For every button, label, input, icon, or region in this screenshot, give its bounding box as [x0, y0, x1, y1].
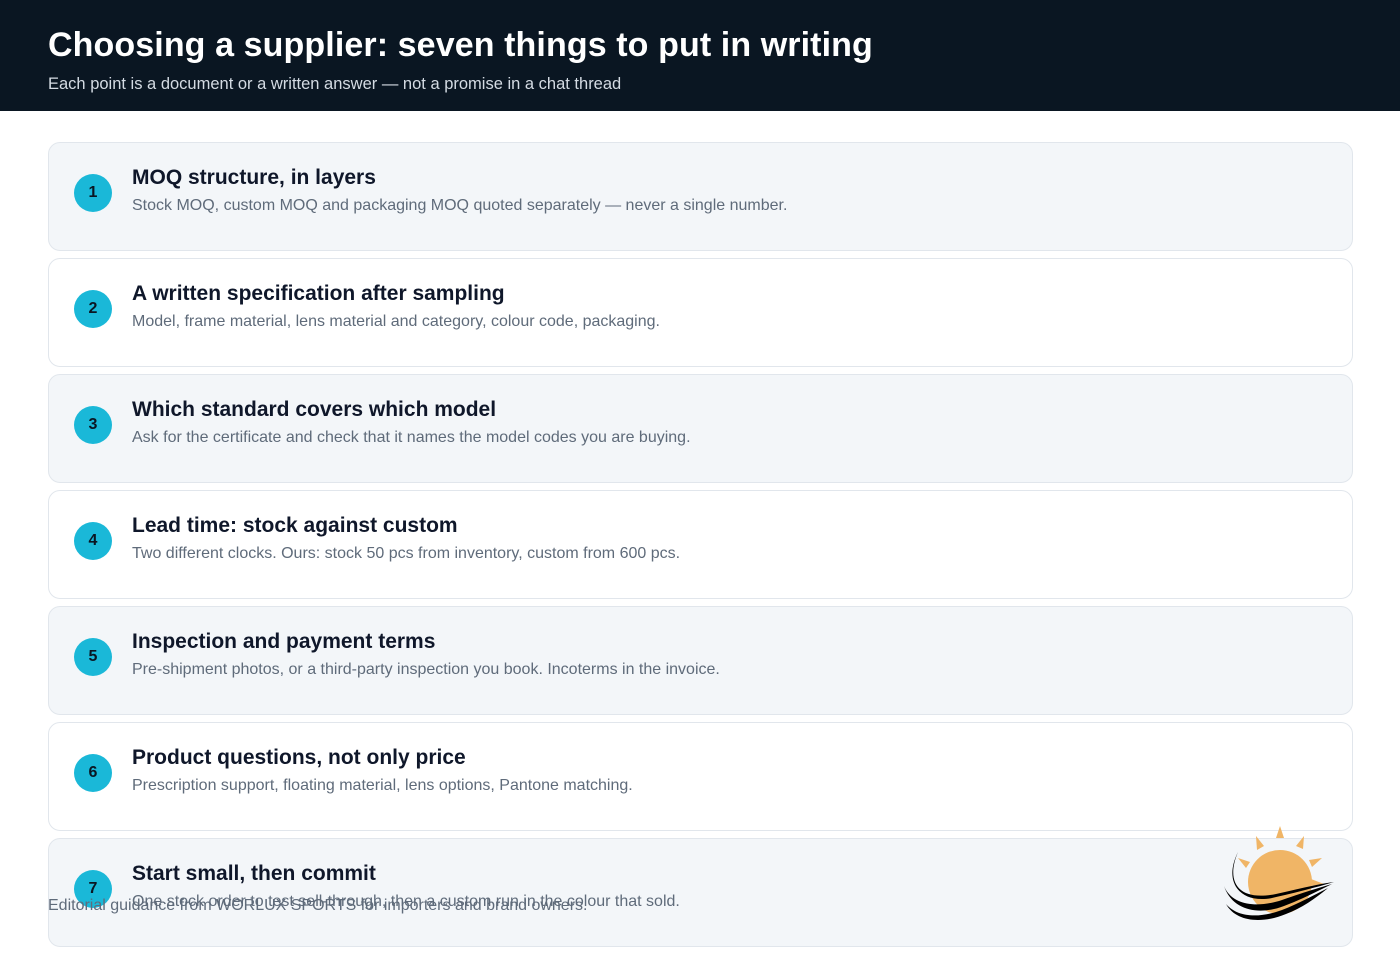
number-badge: 5 — [74, 638, 112, 676]
checklist-item: 4 Lead time: stock against custom Two di… — [48, 490, 1353, 599]
item-title: Which standard covers which model — [132, 398, 497, 421]
number-badge: 2 — [74, 290, 112, 328]
page-title: Choosing a supplier: seven things to put… — [48, 26, 873, 64]
item-description: Ask for the certificate and check that i… — [132, 429, 691, 446]
item-title: A written specification after sampling — [132, 282, 505, 305]
item-description: Two different clocks. Ours: stock 50 pcs… — [132, 545, 681, 562]
checklist-item: 1 MOQ structure, in layers Stock MOQ, cu… — [48, 142, 1353, 251]
item-description: Pre-shipment photos, or a third-party in… — [132, 661, 720, 678]
item-title: Product questions, not only price — [132, 746, 466, 769]
page-header: Choosing a supplier: seven things to put… — [0, 0, 1400, 111]
number-badge: 6 — [74, 754, 112, 792]
item-title: MOQ structure, in layers — [132, 166, 376, 189]
checklist-item: 3 Which standard covers which model Ask … — [48, 374, 1353, 483]
item-title: Lead time: stock against custom — [132, 514, 458, 537]
checklist-item: 5 Inspection and payment terms Pre-shipm… — [48, 606, 1353, 715]
checklist-item: 6 Product questions, not only price Pres… — [48, 722, 1353, 831]
item-description: Prescription support, floating material,… — [132, 777, 633, 794]
item-description: Model, frame material, lens material and… — [132, 313, 660, 330]
checklist: 1 MOQ structure, in layers Stock MOQ, cu… — [48, 142, 1353, 954]
checklist-item: 7 Start small, then commit One stock ord… — [48, 838, 1353, 947]
footer-note: Editorial guidance from WORLUX SPORTS fo… — [48, 897, 588, 914]
page-subtitle: Each point is a document or a written an… — [48, 75, 622, 93]
number-badge: 1 — [74, 174, 112, 212]
number-badge: 3 — [74, 406, 112, 444]
checklist-item: 2 A written specification after sampling… — [48, 258, 1353, 367]
item-title: Inspection and payment terms — [132, 630, 436, 653]
item-description: Stock MOQ, custom MOQ and packaging MOQ … — [132, 197, 788, 214]
number-badge: 4 — [74, 522, 112, 560]
sun-swoosh-logo-icon — [1224, 826, 1334, 920]
item-title: Start small, then commit — [132, 862, 376, 885]
